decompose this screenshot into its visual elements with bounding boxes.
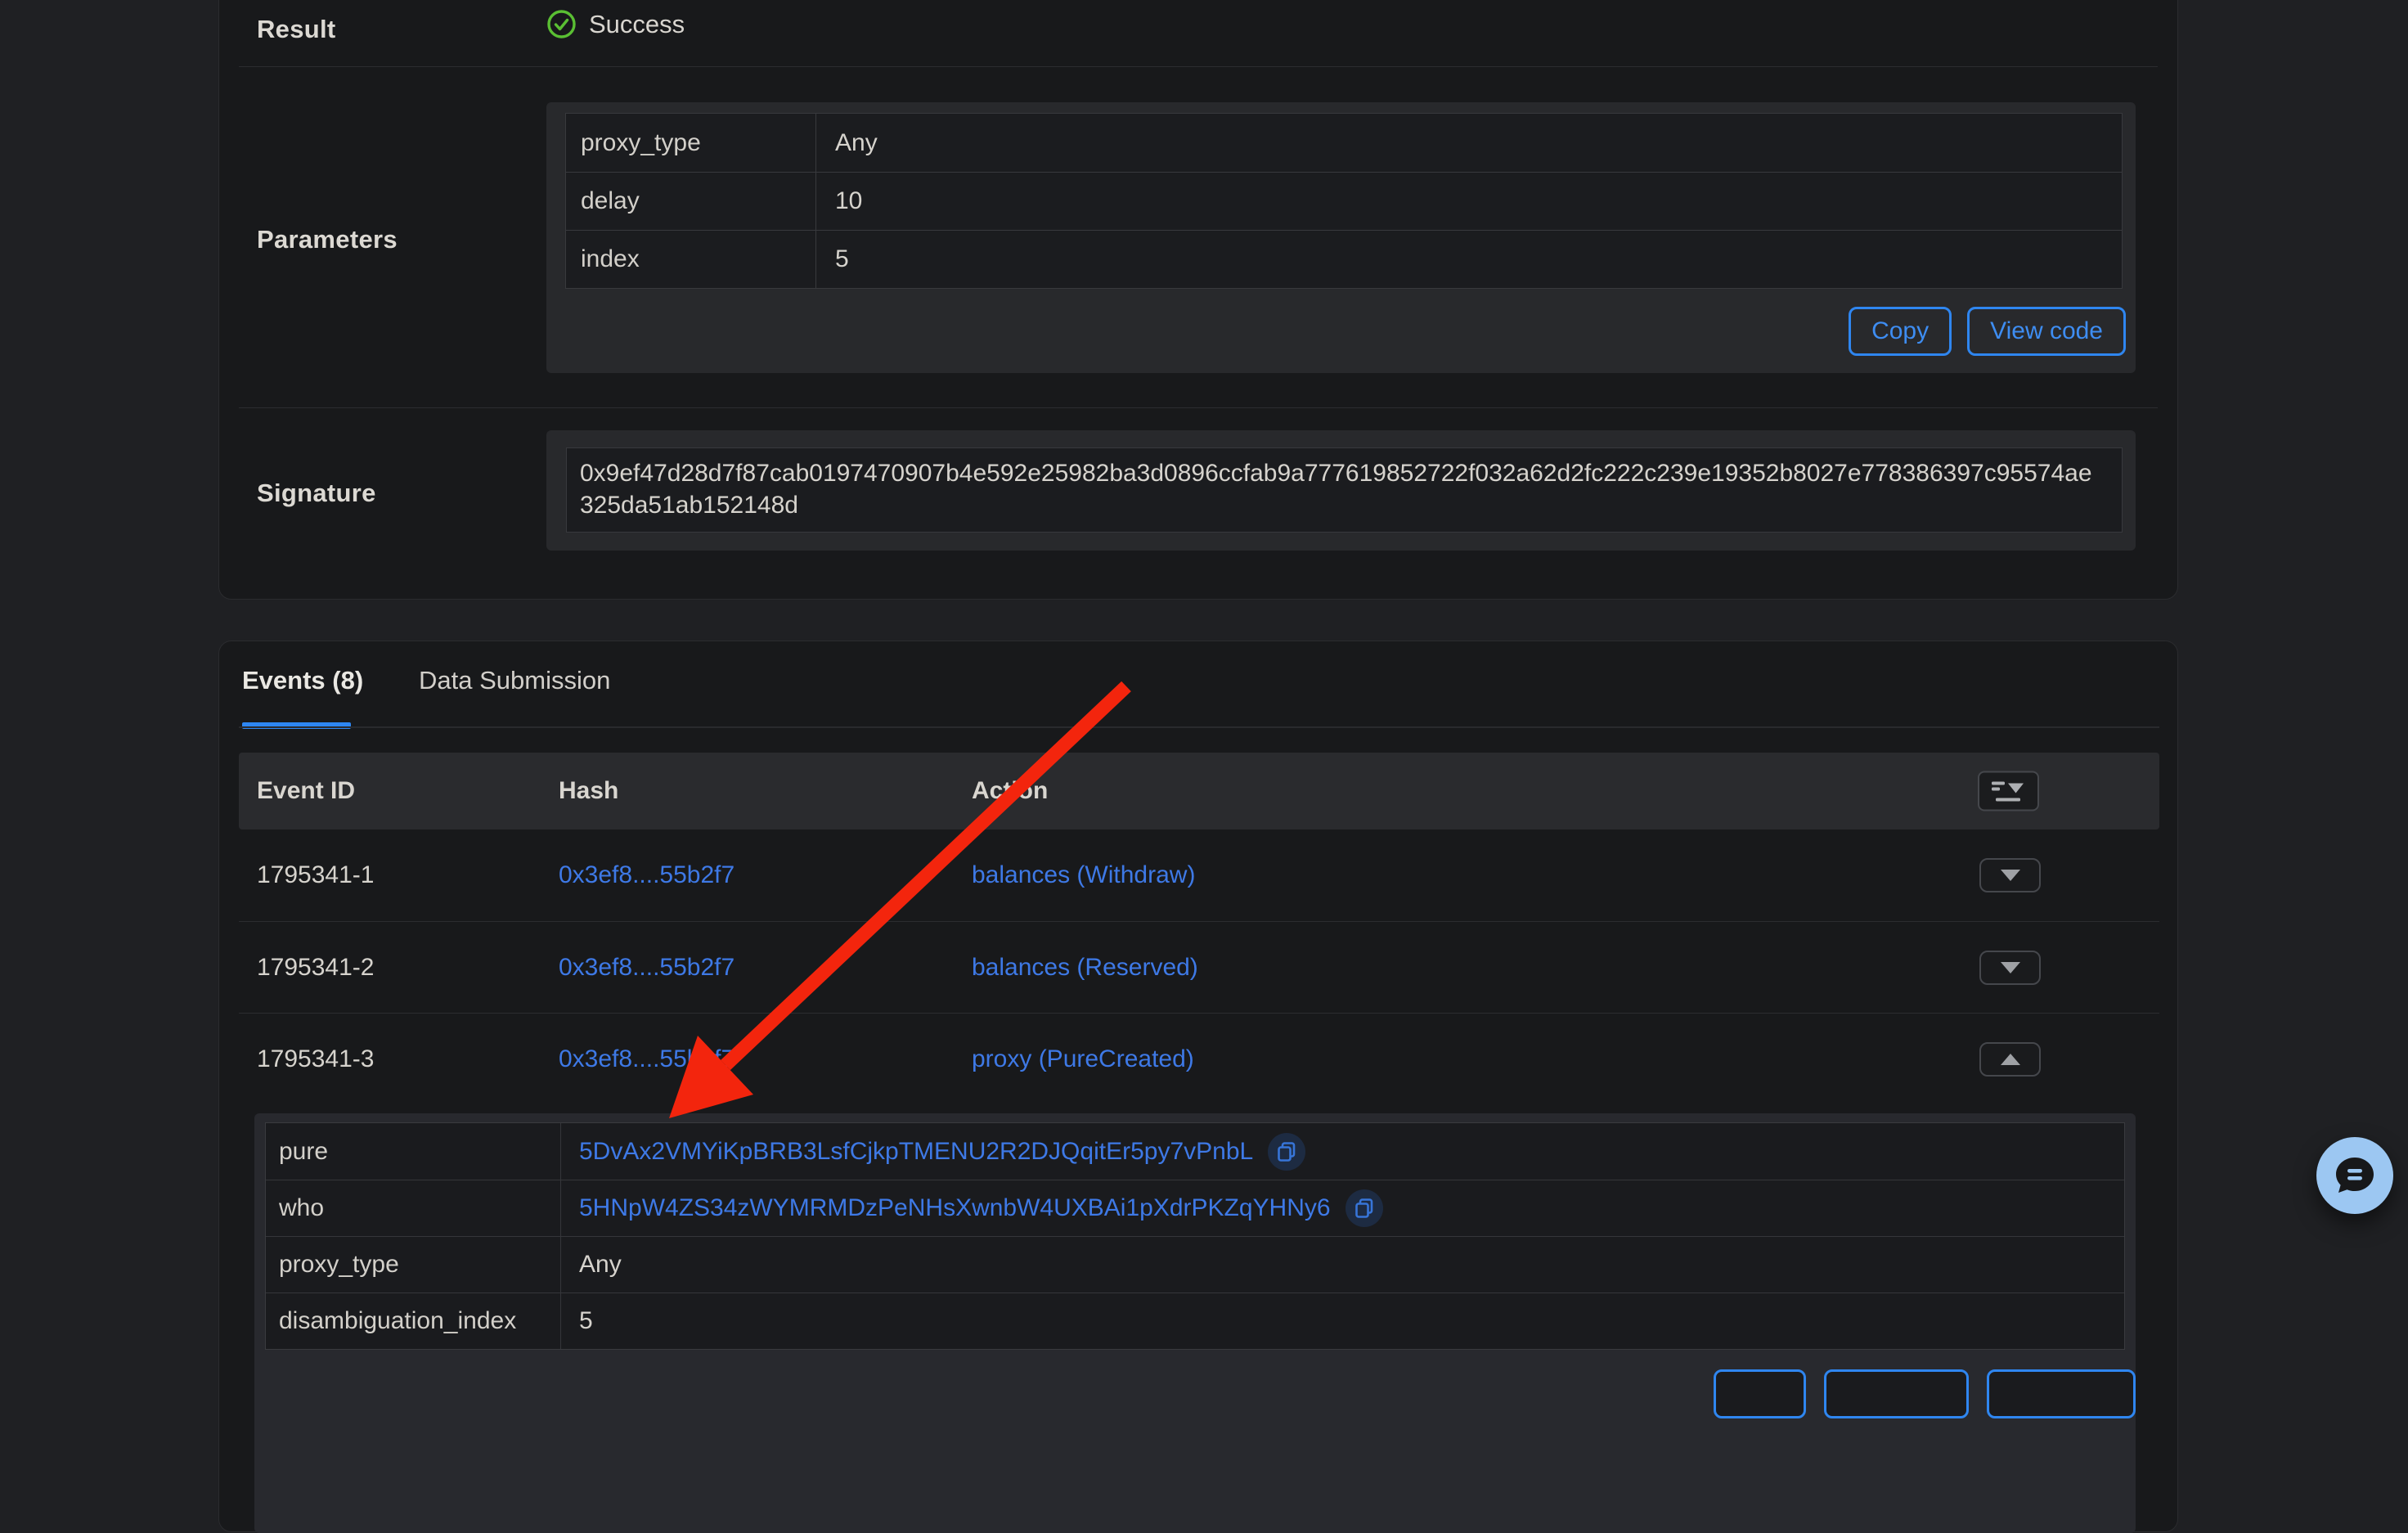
event-id: 1795341-1 <box>239 861 559 889</box>
parameter-value: Any <box>816 114 2122 172</box>
detail-value: Any <box>561 1237 2124 1292</box>
divider <box>239 407 2158 408</box>
event-action-link[interactable]: balances (Withdraw) <box>972 861 1195 888</box>
copy-icon <box>1278 1142 1296 1162</box>
signature-panel: 0x9ef47d28d7f87cab0197470907b4e592e25982… <box>546 430 2136 551</box>
chat-support-button[interactable] <box>2316 1137 2393 1214</box>
event-hash-link[interactable]: 0x3ef8....55b2f7 <box>559 1045 735 1072</box>
event-hash-link[interactable]: 0x3ef8....55b2f7 <box>559 861 735 888</box>
sort-filter-icon <box>1990 778 2028 804</box>
collapse-row-button[interactable] <box>1979 1042 2041 1077</box>
detail-row: disambiguation_index 5 <box>266 1292 2124 1349</box>
events-card: Events (8) Data Submission Event ID Hash… <box>218 641 2178 1532</box>
detail-key: disambiguation_index <box>266 1293 561 1349</box>
result-status: Success <box>546 9 685 39</box>
signature-label: Signature <box>257 479 376 508</box>
detail-action-button[interactable] <box>1714 1369 1806 1418</box>
detail-row: proxy_type Any <box>266 1236 2124 1292</box>
expand-row-button[interactable] <box>1979 858 2041 892</box>
chevron-down-icon <box>2001 870 2020 881</box>
parameter-key: proxy_type <box>566 114 816 172</box>
event-action-link[interactable]: balances (Reserved) <box>972 954 1198 981</box>
event-row: 1795341-2 0x3ef8....55b2f7 balances (Res… <box>239 921 2159 1013</box>
event-hash-link[interactable]: 0x3ef8....55b2f7 <box>559 954 735 981</box>
detail-value: 5 <box>561 1293 2124 1349</box>
event-filter-button[interactable] <box>1978 771 2039 811</box>
expanded-event-panel: pure 5DvAx2VMYiKpBRB3LsfCjkpTMENU2R2DJQq… <box>254 1113 2136 1533</box>
chevron-up-icon <box>2001 1054 2020 1065</box>
copy-button[interactable]: Copy <box>1849 307 1952 356</box>
events-table-header: Event ID Hash Action <box>239 753 2159 829</box>
parameter-row: proxy_type Any <box>566 114 2122 172</box>
event-row: 1795341-1 0x3ef8....55b2f7 balances (Wit… <box>239 829 2159 921</box>
pure-address-link[interactable]: 5DvAx2VMYiKpBRB3LsfCjkpTMENU2R2DJQqitEr5… <box>579 1138 1253 1166</box>
detail-key: proxy_type <box>266 1237 561 1292</box>
success-text: Success <box>589 10 685 39</box>
parameter-row: delay 10 <box>566 172 2122 230</box>
success-check-icon <box>546 9 577 39</box>
tab-data-submission[interactable]: Data Submission <box>419 666 610 695</box>
extrinsic-detail-card: Result Success Parameters proxy_type Any… <box>218 0 2178 600</box>
signature-value: 0x9ef47d28d7f87cab0197470907b4e592e25982… <box>566 447 2123 533</box>
header-event-id: Event ID <box>239 777 559 805</box>
copy-icon <box>1355 1198 1373 1218</box>
parameters-label: Parameters <box>257 225 398 254</box>
parameters-panel: proxy_type Any delay 10 index 5 Copy Vie… <box>546 102 2136 373</box>
detail-action-button[interactable] <box>1987 1369 2136 1418</box>
parameter-value: 5 <box>816 231 2122 288</box>
copy-address-button[interactable] <box>1268 1133 1305 1171</box>
who-address-link[interactable]: 5HNpW4ZS34zWYMRMDzPeNHsXwnbW4UXBAi1pXdrP… <box>579 1194 1331 1222</box>
tabs-divider <box>239 726 2159 728</box>
copy-address-button[interactable] <box>1346 1189 1383 1227</box>
detail-key: who <box>266 1180 561 1236</box>
event-row: 1795341-3 0x3ef8....55b2f7 proxy (PureCr… <box>239 1013 2159 1104</box>
expanded-event-actions <box>1714 1369 2136 1418</box>
event-id: 1795341-3 <box>239 1045 559 1073</box>
detail-row: who 5HNpW4ZS34zWYMRMDzPeNHsXwnbW4UXBAi1p… <box>266 1180 2124 1236</box>
detail-row: pure 5DvAx2VMYiKpBRB3LsfCjkpTMENU2R2DJQq… <box>266 1123 2124 1180</box>
result-label: Result <box>257 15 336 44</box>
detail-action-button[interactable] <box>1824 1369 1969 1418</box>
detail-key: pure <box>266 1123 561 1180</box>
chat-bubble-icon <box>2334 1155 2376 1196</box>
parameter-value: 10 <box>816 173 2122 230</box>
event-action-link[interactable]: proxy (PureCreated) <box>972 1045 1194 1072</box>
header-hash: Hash <box>559 777 972 805</box>
tab-events[interactable]: Events (8) <box>242 666 363 695</box>
parameter-key: index <box>566 231 816 288</box>
expand-row-button[interactable] <box>1979 951 2041 985</box>
parameters-table: proxy_type Any delay 10 index 5 <box>565 113 2123 289</box>
view-code-button[interactable]: View code <box>1967 307 2126 356</box>
divider <box>239 66 2158 67</box>
expanded-event-table: pure 5DvAx2VMYiKpBRB3LsfCjkpTMENU2R2DJQq… <box>265 1122 2125 1350</box>
chevron-down-icon <box>2001 962 2020 973</box>
event-id: 1795341-2 <box>239 954 559 982</box>
parameter-key: delay <box>566 173 816 230</box>
parameter-row: index 5 <box>566 230 2122 288</box>
